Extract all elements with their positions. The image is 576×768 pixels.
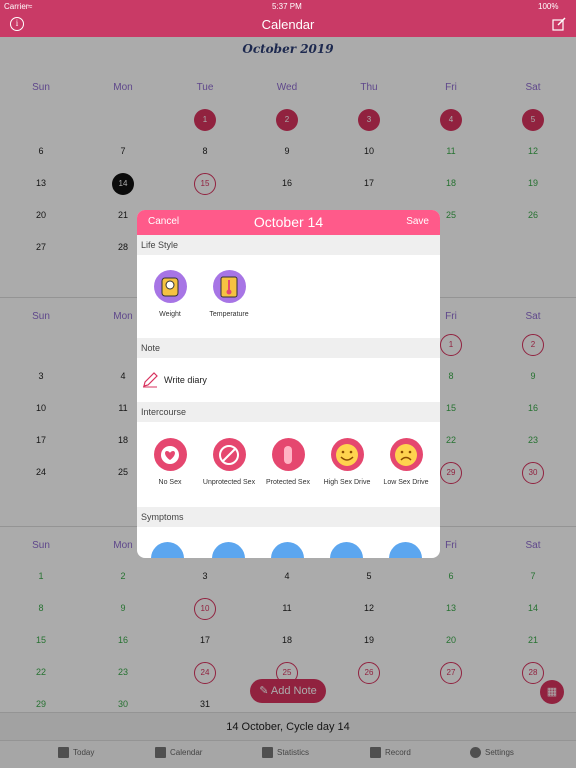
weight-item[interactable]: Weight	[140, 270, 200, 318]
no-condom-icon	[212, 438, 246, 471]
item-label: High Sex Drive	[323, 479, 371, 486]
section-lifestyle: Life Style	[137, 235, 440, 255]
heart-icon	[153, 438, 187, 471]
unprotected-sex-item[interactable]: Unprotected Sex	[199, 438, 259, 486]
note-text: Write diary	[164, 375, 207, 385]
section-note: Note	[137, 338, 440, 358]
pencil-icon	[143, 372, 158, 388]
symptom-icon[interactable]	[151, 542, 184, 558]
item-label: No Sex	[158, 479, 182, 486]
happy-face-icon	[330, 438, 364, 471]
low-sex-drive-item[interactable]: Low Sex Drive	[376, 438, 436, 486]
thermometer-icon	[212, 270, 246, 303]
wifi-icon: ≈	[28, 2, 33, 11]
save-button[interactable]: Save	[406, 216, 429, 227]
item-label: Low Sex Drive	[383, 479, 429, 486]
section-intercourse: Intercourse	[137, 402, 440, 422]
modal-title: October 14	[253, 214, 324, 230]
modal-header: Cancel October 14 Save	[137, 210, 440, 235]
condom-icon	[271, 438, 305, 471]
protected-sex-item[interactable]: Protected Sex	[258, 438, 318, 486]
symptom-icon[interactable]	[330, 542, 363, 558]
high-sex-drive-item[interactable]: High Sex Drive	[317, 438, 377, 486]
page-title: Calendar	[261, 17, 315, 32]
no-sex-item[interactable]: No Sex	[140, 438, 200, 486]
item-label: Weight	[159, 311, 181, 318]
scale-icon	[153, 270, 187, 303]
carrier-label: Carrier	[4, 2, 29, 11]
nav-bar: i Calendar	[0, 14, 576, 37]
item-label: Protected Sex	[266, 479, 310, 486]
battery-label: 100%	[538, 2, 559, 11]
symptom-icon[interactable]	[389, 542, 422, 558]
section-symptoms: Symptoms	[137, 507, 440, 527]
symptom-icon[interactable]	[212, 542, 245, 558]
sad-face-icon	[389, 438, 423, 471]
day-modal: Cancel October 14 Save Life Style Weight…	[137, 210, 440, 558]
item-label: Temperature	[209, 311, 249, 318]
write-diary-row[interactable]: Write diary	[142, 372, 207, 388]
item-label: Unprotected Sex	[202, 479, 256, 486]
symptom-icon[interactable]	[271, 542, 304, 558]
edit-icon[interactable]	[552, 17, 566, 31]
status-bar: Carrier ≈ 5:37 PM 100%	[0, 0, 576, 14]
clock: 5:37 PM	[272, 2, 302, 11]
temperature-item[interactable]: Temperature	[199, 270, 259, 318]
